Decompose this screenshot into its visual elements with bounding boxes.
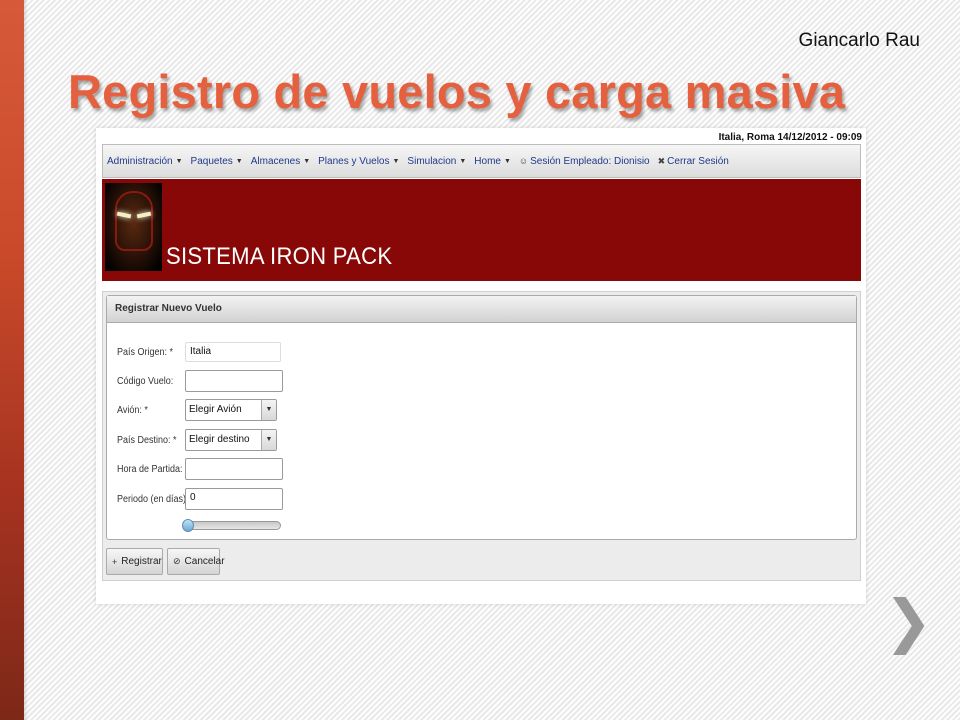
periodo-slider[interactable] bbox=[182, 519, 281, 532]
pais-origen-label: País Origen: * bbox=[117, 346, 174, 358]
menu-almacenes[interactable]: Almacenes ▼ bbox=[251, 156, 310, 167]
caret-down-icon: ▼ bbox=[392, 157, 400, 165]
left-stripe-shadow bbox=[24, 0, 28, 720]
menu-label: Administración bbox=[107, 155, 173, 167]
menu-paquetes[interactable]: Paquetes ▼ bbox=[191, 156, 243, 167]
menu-label: Cerrar Sesión bbox=[667, 155, 729, 167]
row-periodo: Periodo (en días): * 0 bbox=[117, 488, 283, 510]
pais-destino-select[interactable]: Elegir destino ▼ bbox=[185, 429, 277, 451]
plus-icon: + bbox=[112, 556, 118, 567]
menu-cerrar-sesion[interactable]: ✖ Cerrar Sesión bbox=[658, 156, 729, 167]
header-banner: SISTEMA IRON PACK bbox=[102, 179, 861, 281]
menu-label: Sesión Empleado: Dionisio bbox=[530, 155, 650, 167]
cancelar-label: Cancelar bbox=[184, 556, 225, 567]
user-icon: ☺ bbox=[518, 156, 529, 166]
registrar-button[interactable]: + Registrar bbox=[106, 548, 163, 575]
slide-author: Giancarlo Rau bbox=[798, 30, 920, 51]
pais-destino-selected: Elegir destino bbox=[189, 434, 250, 445]
caret-down-icon: ▼ bbox=[459, 157, 467, 165]
avion-select[interactable]: Elegir Avión ▼ bbox=[185, 399, 277, 421]
avion-selected: Elegir Avión bbox=[189, 404, 242, 415]
menu-simulacion[interactable]: Simulacion ▼ bbox=[407, 156, 466, 167]
menu-home[interactable]: Home ▼ bbox=[474, 156, 511, 167]
cancelar-button[interactable]: ⊘ Cancelar bbox=[167, 548, 225, 575]
periodo-label: Periodo (en días): * bbox=[117, 493, 195, 505]
pais-origen-field[interactable]: Italia bbox=[185, 342, 281, 362]
app-screenshot: Italia, Roma 14/12/2012 - 09:09 Administ… bbox=[96, 128, 866, 604]
caret-down-icon: ▼ bbox=[503, 157, 511, 165]
panel-title: Registrar Nuevo Vuelo bbox=[107, 296, 856, 323]
hora-partida-input[interactable] bbox=[185, 458, 283, 480]
menu-label: Simulacion bbox=[407, 155, 457, 167]
location-datetime: Italia, Roma 14/12/2012 - 09:09 bbox=[718, 132, 862, 143]
menu-label: Almacenes bbox=[250, 155, 301, 167]
slider-handle[interactable] bbox=[182, 519, 194, 532]
registrar-label: Registrar bbox=[121, 556, 162, 567]
chevron-down-icon[interactable]: ▼ bbox=[261, 400, 276, 420]
iron-man-logo bbox=[105, 183, 162, 271]
menu-administracion[interactable]: Administración ▼ bbox=[107, 156, 183, 167]
menu-planes-vuelos[interactable]: Planes y Vuelos ▼ bbox=[318, 156, 399, 167]
row-pais-origen: País Origen: * Italia bbox=[117, 341, 281, 363]
menu-label: Planes y Vuelos bbox=[318, 155, 390, 167]
cancel-icon: ⊘ bbox=[173, 556, 181, 566]
row-hora-partida: Hora de Partida: * bbox=[117, 458, 283, 480]
left-accent-stripe bbox=[0, 0, 24, 720]
main-menubar: Administración ▼ Paquetes ▼ Almacenes ▼ Pla… bbox=[102, 144, 861, 178]
slide-title: Registro de vuelos y carga masiva bbox=[68, 65, 846, 118]
row-avion: Avión: * Elegir Avión ▼ bbox=[117, 399, 277, 421]
caret-down-icon: ▼ bbox=[303, 157, 311, 165]
helmet-outline bbox=[115, 191, 153, 251]
caret-down-icon: ▼ bbox=[175, 157, 183, 165]
avion-label: Avión: * bbox=[117, 404, 148, 416]
row-codigo-vuelo: Código Vuelo: bbox=[117, 370, 283, 392]
row-pais-destino: País Destino: * Elegir destino ▼ bbox=[117, 429, 277, 451]
next-slide-chevron-icon[interactable]: ❯ bbox=[884, 592, 933, 650]
pais-destino-label: País Destino: * bbox=[117, 434, 177, 446]
chevron-down-icon[interactable]: ▼ bbox=[261, 430, 276, 450]
register-flight-panel: Registrar Nuevo Vuelo País Origen: * Ita… bbox=[102, 291, 861, 581]
periodo-input[interactable]: 0 bbox=[185, 488, 283, 510]
menu-label: Home bbox=[474, 155, 501, 167]
caret-down-icon: ▼ bbox=[235, 157, 243, 165]
hora-partida-label: Hora de Partida: * bbox=[117, 463, 189, 475]
codigo-vuelo-input[interactable] bbox=[185, 370, 283, 392]
register-flight-form: Registrar Nuevo Vuelo País Origen: * Ita… bbox=[106, 295, 857, 540]
codigo-vuelo-label: Código Vuelo: bbox=[117, 375, 174, 387]
menu-label: Paquetes bbox=[190, 155, 233, 167]
menu-sesion-empleado[interactable]: ☺ Sesión Empleado: Dionisio bbox=[519, 156, 650, 167]
system-name: SISTEMA IRON PACK bbox=[166, 243, 393, 270]
close-icon: ✖ bbox=[657, 155, 666, 166]
